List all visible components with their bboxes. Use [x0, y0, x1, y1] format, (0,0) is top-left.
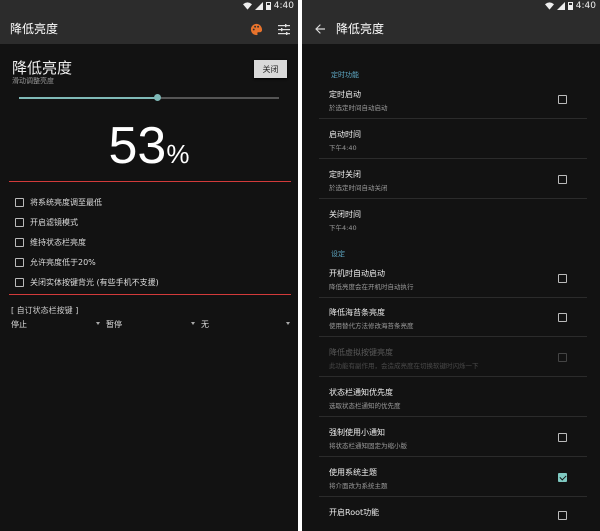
spinner-value: 无 [201, 320, 209, 329]
section-settings: 设定 [331, 250, 345, 258]
palette-icon[interactable] [248, 21, 264, 37]
option-below-20[interactable]: 允许亮度低于20% [15, 252, 159, 272]
pref-title: 定时关闭 [329, 170, 361, 179]
brightness-title: 降低亮度 [12, 59, 73, 77]
pref-title: 定时启动 [329, 90, 361, 99]
statusbar-button-spinners: 停止 暂停 无 [11, 319, 296, 333]
pref-notification-priority[interactable]: 状态栏通知优先度 选取状态栏通知的优先度 [319, 378, 587, 417]
option-label: 将系统亮度调至最低 [30, 197, 102, 207]
pref-start-time[interactable]: 启动时间 下午4:40 [319, 120, 587, 159]
option-filter-mode[interactable]: 开启滤镜模式 [15, 212, 159, 232]
off-button[interactable]: 关闭 [254, 60, 287, 78]
option-keep-statusbar[interactable]: 维持状态栏亮度 [15, 232, 159, 252]
battery-icon [567, 2, 573, 10]
checkbox[interactable] [15, 217, 24, 227]
brightness-slider[interactable] [19, 92, 279, 104]
signal-icon [556, 2, 565, 10]
app-bar: 降低亮度 [302, 13, 600, 44]
checkbox[interactable] [15, 197, 24, 207]
option-label: 维持状态栏亮度 [30, 237, 86, 247]
pref-summary: 此功能有副作用，会造成亮度在切换软键时闪烁一下 [329, 362, 479, 370]
pref-summary: 於选定时间自动启动 [329, 104, 388, 112]
options-list: 将系统亮度调至最低 开启滤镜模式 维持状态栏亮度 允许亮度低于20% 关闭实体按… [15, 192, 159, 292]
spinner-value: 停止 [11, 320, 27, 329]
pref-boot-start[interactable]: 开机时自动启动 降低亮度会在开机时自动执行 [319, 259, 587, 298]
spinner-button-3[interactable]: 无 [201, 319, 296, 333]
spinner-value: 暂停 [106, 320, 122, 329]
pref-checkbox-checked[interactable] [558, 473, 567, 482]
pref-title: 开启Root功能 [329, 508, 380, 517]
status-time: 4:40 [273, 1, 294, 11]
divider-red [9, 294, 291, 295]
tune-icon[interactable] [276, 21, 292, 37]
pref-small-notification[interactable]: 强制使用小通知 将状态栏通知固定为缩小版 [319, 418, 587, 457]
main-screen: 4:40 降低亮度 降低亮度 滑动调整亮度 关闭 53% 将系统亮度调至最低 开… [0, 0, 298, 531]
status-bar: 4:40 [0, 0, 298, 13]
pref-title: 开机时自动启动 [329, 269, 385, 278]
brightness-subtitle: 滑动调整亮度 [12, 77, 54, 85]
option-label: 允许亮度低于20% [30, 257, 96, 267]
pref-timed-stop[interactable]: 定时关闭 於选定时间自动关闭 [319, 160, 587, 199]
checkbox[interactable] [15, 277, 24, 287]
pref-checkbox[interactable] [558, 433, 567, 442]
pref-summary: 使用替代方法修改海苔条亮度 [329, 322, 414, 330]
pref-navbar-dim[interactable]: 降低海苔条亮度 使用替代方法修改海苔条亮度 [319, 298, 587, 337]
spinner-button-1[interactable]: 停止 [11, 319, 106, 333]
pref-summary: 下午4:40 [329, 224, 357, 232]
dropdown-arrow-icon [286, 322, 290, 325]
pref-summary: 将介面改为系统主题 [329, 482, 388, 490]
brightness-value: 53% [0, 116, 298, 176]
checkbox[interactable] [15, 257, 24, 267]
pref-title: 关闭时间 [329, 210, 361, 219]
pref-summary: 於选定时间自动关闭 [329, 184, 388, 192]
pref-checkbox[interactable] [558, 95, 567, 104]
signal-icon [254, 2, 263, 10]
pref-checkbox[interactable] [558, 274, 567, 283]
pref-root[interactable]: 开启Root功能 [319, 498, 587, 531]
app-title: 降低亮度 [10, 22, 59, 36]
percent-sign: % [166, 139, 190, 169]
brightness-number: 53 [108, 117, 167, 175]
option-min-system-brightness[interactable]: 将系统亮度调至最低 [15, 192, 159, 212]
pref-checkbox [558, 353, 567, 362]
slider-thumb[interactable] [153, 94, 161, 101]
option-key-backlight[interactable]: 关闭实体按键背光 (有些手机不支援) [15, 272, 159, 292]
pref-stop-time[interactable]: 关闭时间 下午4:40 [319, 200, 587, 239]
divider-red [9, 181, 291, 182]
pref-checkbox[interactable] [558, 511, 567, 520]
pref-summary: 降低亮度会在开机时自动执行 [329, 283, 414, 291]
pref-summary: 选取状态栏通知的优先度 [329, 402, 401, 410]
pref-title: 启动时间 [329, 130, 361, 139]
status-time: 4:40 [575, 1, 596, 11]
spinner-button-2[interactable]: 暂停 [106, 319, 201, 333]
pref-softkey-dim: 降低虚拟按键亮度 此功能有副作用，会造成亮度在切换软键时闪烁一下 [319, 338, 587, 377]
pref-title: 降低虚拟按键亮度 [329, 348, 393, 357]
app-title: 降低亮度 [336, 22, 385, 36]
pref-system-theme[interactable]: 使用系统主题 将介面改为系统主题 [319, 458, 587, 497]
pref-checkbox[interactable] [558, 175, 567, 184]
pref-summary: 下午4:40 [329, 144, 357, 152]
custom-statusbar-title: [ 自订状态栏按键 ] [11, 306, 79, 315]
dropdown-arrow-icon [96, 322, 100, 325]
pref-timed-start[interactable]: 定时启动 於选定时间自动启动 [319, 80, 587, 119]
pref-summary: 将状态栏通知固定为缩小版 [329, 442, 407, 450]
pref-title: 强制使用小通知 [329, 428, 385, 437]
pref-checkbox[interactable] [558, 313, 567, 322]
dropdown-arrow-icon [191, 322, 195, 325]
back-arrow-icon[interactable] [312, 21, 328, 37]
status-bar: 4:40 [302, 0, 600, 13]
app-bar: 降低亮度 [0, 13, 298, 44]
option-label: 开启滤镜模式 [30, 217, 78, 227]
section-timer: 定时功能 [331, 71, 359, 79]
battery-icon [265, 2, 271, 10]
checkbox[interactable] [15, 237, 24, 247]
slider-fill [19, 97, 157, 99]
pref-title: 使用系统主题 [329, 468, 377, 477]
wifi-icon [544, 2, 554, 10]
pref-title: 降低海苔条亮度 [329, 308, 385, 317]
wifi-icon [242, 2, 252, 10]
option-label: 关闭实体按键背光 (有些手机不支援) [30, 277, 159, 287]
pref-title: 状态栏通知优先度 [329, 388, 393, 397]
settings-screen: 4:40 降低亮度 定时功能 定时启动 於选定时间自动启动 启动时间 下午4:4… [302, 0, 600, 531]
